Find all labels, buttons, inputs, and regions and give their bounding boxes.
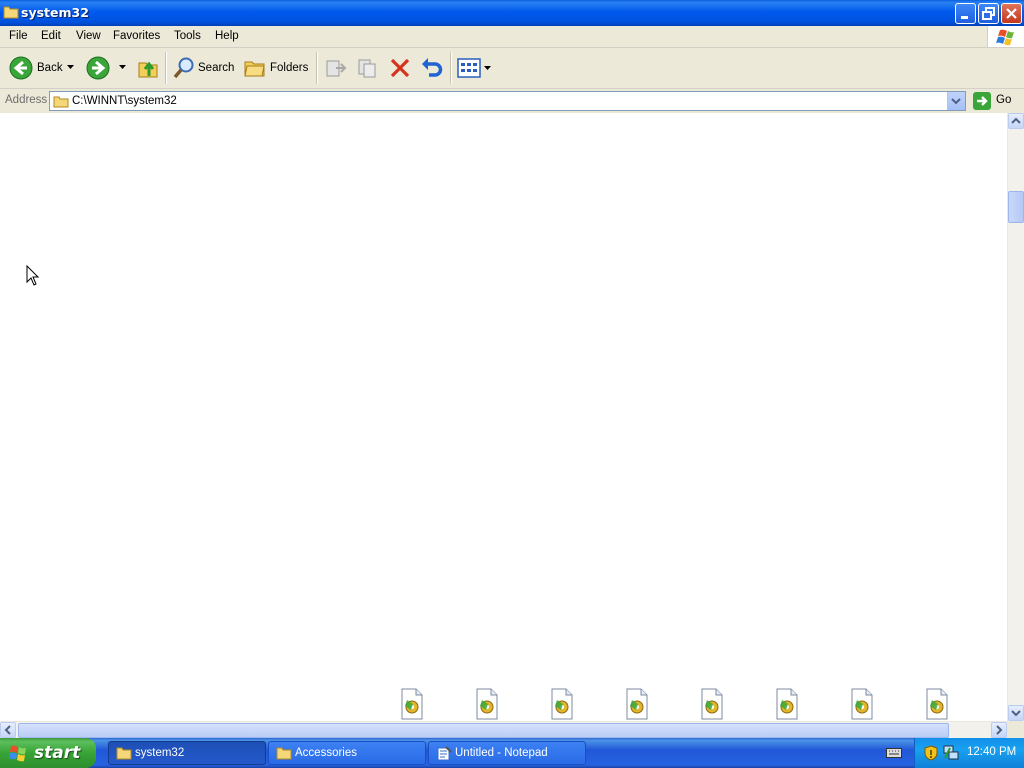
scrollbar-corner (1007, 721, 1024, 738)
chevron-down-icon (951, 98, 961, 105)
toolbar-separator (450, 52, 452, 84)
address-bar: Address C:\WINNT\system32 Go (0, 89, 1024, 114)
menu-tools[interactable]: Tools (174, 30, 201, 42)
taskbar-item-label: Accessories (295, 747, 357, 759)
delete-button[interactable] (386, 48, 414, 88)
back-arrow-icon (9, 56, 33, 80)
window-title: system32 (21, 5, 89, 20)
folder-icon (276, 747, 292, 760)
move-to-icon (326, 60, 347, 77)
forward-arrow-icon (86, 56, 110, 80)
chevron-up-icon (1011, 117, 1021, 124)
scroll-up-button[interactable] (1008, 113, 1024, 129)
minimize-button[interactable] (955, 3, 976, 24)
address-input[interactable]: C:\WINNT\system32 (49, 91, 966, 111)
toolbar-separator (316, 52, 318, 84)
views-button[interactable] (455, 48, 493, 88)
chevron-left-icon (4, 725, 11, 735)
search-label: Search (198, 62, 235, 74)
undo-icon (422, 58, 443, 77)
taskbar-item-system32[interactable]: system32 (108, 741, 266, 765)
address-dropdown-button[interactable] (947, 92, 965, 110)
system-file-gear-icon[interactable] (774, 688, 800, 720)
folder-up-icon (138, 61, 158, 78)
address-label: Address (5, 94, 48, 106)
search-button[interactable]: Search (170, 48, 236, 88)
notepad-icon (437, 746, 452, 761)
vertical-scroll-thumb[interactable] (1008, 191, 1024, 223)
copy-to-button[interactable] (354, 48, 382, 88)
menu-view[interactable]: View (76, 30, 101, 42)
forward-button[interactable] (86, 48, 130, 88)
system-file-gear-icon[interactable] (699, 688, 725, 720)
undo-button[interactable] (418, 48, 446, 88)
system-tray: 12:40 PM (914, 738, 1024, 768)
chevron-down-icon[interactable] (119, 65, 126, 70)
folders-label: Folders (270, 62, 309, 74)
system-file-gear-icon[interactable] (549, 688, 575, 720)
go-arrow-icon (973, 92, 991, 110)
keyboard-icon[interactable] (886, 747, 902, 759)
network-icon[interactable] (942, 744, 960, 762)
taskbar-item-label: Untitled - Notepad (455, 747, 548, 759)
toolbar-separator (165, 52, 167, 84)
minimize-icon (961, 16, 968, 19)
taskbar-item-notepad[interactable]: Untitled - Notepad (428, 741, 586, 765)
chevron-down-icon (1011, 710, 1021, 717)
folder-icon (116, 747, 132, 760)
scroll-right-button[interactable] (991, 722, 1007, 738)
scroll-left-button[interactable] (0, 722, 16, 738)
menu-bar: File Edit View Favorites Tools Help (0, 26, 1024, 48)
start-button[interactable]: start (0, 738, 96, 768)
copy-to-icon (358, 59, 376, 78)
close-icon (1006, 8, 1017, 19)
address-value: C:\WINNT\system32 (72, 95, 177, 107)
file-list-view[interactable] (0, 113, 1007, 721)
taskbar: start system32 Accessories Untitled - No… (0, 738, 1024, 768)
folders-icon (244, 61, 265, 77)
restore-button[interactable] (978, 3, 999, 24)
menu-edit[interactable]: Edit (41, 30, 61, 42)
system-file-gear-icon[interactable] (474, 688, 500, 720)
clock[interactable]: 12:40 PM (967, 746, 1016, 758)
delete-x-icon (390, 58, 410, 78)
back-label: Back (37, 62, 63, 74)
folder-icon (3, 6, 19, 19)
windows-flag-icon (996, 29, 1014, 46)
system-file-gear-icon[interactable] (399, 688, 425, 720)
taskbar-item-label: system32 (135, 747, 185, 759)
vertical-scrollbar[interactable] (1007, 113, 1024, 721)
security-shield-icon[interactable] (924, 745, 938, 761)
move-to-button[interactable] (322, 48, 350, 88)
close-button[interactable] (1001, 3, 1022, 24)
horizontal-scroll-thumb[interactable] (18, 723, 949, 738)
scroll-down-button[interactable] (1008, 705, 1024, 721)
restore-icon (982, 7, 995, 20)
menu-help[interactable]: Help (215, 30, 239, 42)
go-button[interactable]: Go (970, 91, 1020, 111)
folder-icon (53, 96, 69, 108)
folders-button[interactable]: Folders (242, 48, 312, 88)
go-label: Go (996, 94, 1012, 106)
menu-file[interactable]: File (9, 30, 28, 42)
menu-favorites[interactable]: Favorites (113, 30, 160, 42)
taskbar-item-accessories[interactable]: Accessories (268, 741, 426, 765)
window-title-bar[interactable]: system32 (0, 0, 1024, 26)
views-icon (457, 58, 481, 78)
up-folder-button[interactable] (135, 48, 161, 88)
search-icon (173, 57, 194, 79)
mouse-pointer-icon (26, 265, 40, 286)
back-button[interactable]: Back (6, 48, 78, 88)
chevron-down-icon[interactable] (484, 66, 491, 71)
system-file-gear-icon[interactable] (924, 688, 950, 720)
chevron-down-icon[interactable] (67, 65, 74, 70)
system-file-gear-icon[interactable] (849, 688, 875, 720)
system-file-gear-icon[interactable] (624, 688, 650, 720)
windows-flag-icon (9, 745, 26, 762)
start-label: start (34, 743, 81, 763)
chevron-right-icon (996, 725, 1003, 735)
standard-toolbar: Back Search Folders (0, 48, 1024, 89)
horizontal-scrollbar[interactable] (0, 721, 1007, 738)
windows-logo (987, 26, 1024, 47)
